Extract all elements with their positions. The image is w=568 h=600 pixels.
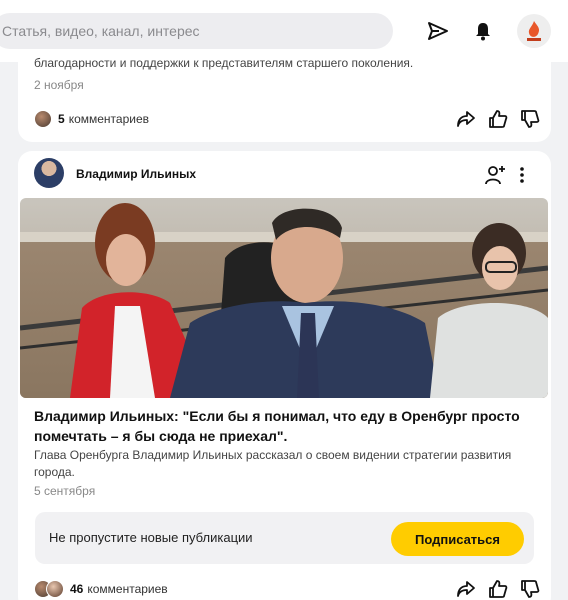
article-title[interactable]: Владимир Ильиных: "Если бы я понимал, чт…	[34, 406, 534, 446]
comments-label[interactable]: комментариев	[87, 582, 167, 596]
search-input[interactable]: Статья, видео, канал, интерес	[0, 13, 393, 49]
search-placeholder: Статья, видео, канал, интерес	[2, 23, 200, 39]
dislike-icon[interactable]	[519, 108, 541, 130]
promo-text: Не пропустите новые публикации	[49, 530, 253, 545]
author-name[interactable]: Владимир Ильиных	[76, 167, 196, 181]
more-icon[interactable]	[515, 164, 529, 186]
comments-label[interactable]: комментариев	[69, 112, 149, 126]
feed-card-article: Владимир Ильиных Владимир Ильиных: "Если…	[18, 151, 551, 600]
subscribe-button[interactable]: Подписаться	[391, 522, 524, 556]
card-actions	[455, 108, 541, 130]
article-description[interactable]: Глава Оренбурга Владимир Ильиных рассказ…	[34, 447, 534, 481]
commenter-avatar	[34, 110, 52, 128]
send-icon[interactable]	[425, 18, 451, 44]
card-footer: 5 комментариев	[18, 104, 551, 134]
like-icon[interactable]	[487, 108, 509, 130]
share-icon[interactable]	[455, 108, 477, 130]
card-snippet: благодарности и поддержки к представител…	[34, 56, 414, 70]
comments-count[interactable]: 5	[58, 112, 65, 126]
bell-icon[interactable]	[470, 18, 496, 44]
add-user-icon[interactable]	[484, 164, 506, 186]
card-actions	[455, 578, 541, 600]
subscribe-promo: Не пропустите новые публикации Подписать…	[35, 512, 534, 564]
author-avatar[interactable]	[34, 158, 64, 188]
article-date: 5 сентября	[34, 484, 96, 498]
dislike-icon[interactable]	[519, 578, 541, 600]
profile-avatar[interactable]	[517, 14, 551, 48]
article-photo[interactable]	[20, 198, 548, 398]
card-footer: 46 комментариев	[18, 574, 551, 600]
feed-card-previous: благодарности и поддержки к представител…	[18, 52, 551, 142]
card-date: 2 ноября	[34, 78, 84, 92]
commenter-avatar	[46, 580, 64, 598]
share-icon[interactable]	[455, 578, 477, 600]
comments-count[interactable]: 46	[70, 582, 83, 596]
like-icon[interactable]	[487, 578, 509, 600]
